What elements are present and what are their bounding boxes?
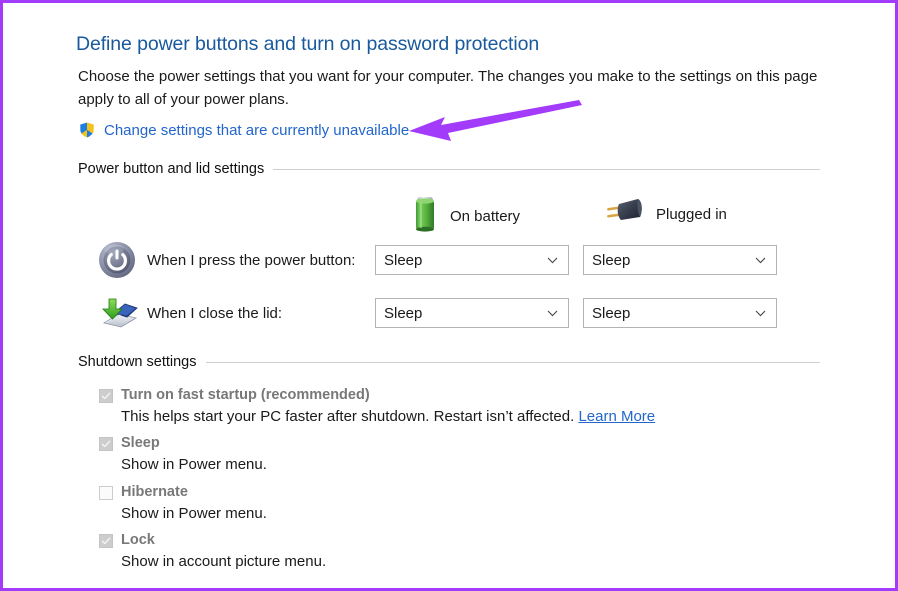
checkbox-sleep[interactable] — [99, 437, 113, 451]
checkbox-lock[interactable] — [99, 534, 113, 548]
checkbox-description-sleep: Show in Power menu. — [121, 455, 799, 475]
close-lid-plugged-in-dropdown[interactable]: Sleep — [583, 298, 777, 328]
check-icon — [101, 392, 111, 400]
page-title: Define power buttons and turn on passwor… — [76, 33, 540, 55]
power-plug-icon — [605, 195, 645, 234]
checkbox-description-fast-startup: This helps start your PC faster after sh… — [121, 407, 799, 427]
power-button-icon — [95, 239, 139, 281]
change-settings-unavailable-link[interactable]: Change settings that are currently unava… — [104, 122, 409, 139]
description-text: Show in Power menu. — [121, 505, 267, 522]
section-divider — [273, 168, 820, 170]
power-options-window: Define power buttons and turn on passwor… — [0, 0, 898, 591]
power-button-plugged-in-value: Sleep — [592, 251, 631, 269]
page-description: Choose the power settings that you want … — [78, 68, 818, 108]
setting-row-close-lid: When I close the lid: Sleep Sleep — [95, 291, 795, 335]
checkbox-row[interactable]: Sleep — [99, 434, 799, 452]
battery-icon — [411, 195, 439, 238]
section-divider — [205, 361, 820, 363]
page-content: Define power buttons and turn on passwor… — [3, 3, 895, 588]
shield-icon — [78, 121, 96, 139]
checkbox-label-fast-startup: Turn on fast startup (recommended) — [121, 387, 370, 403]
close-lid-on-battery-value: Sleep — [384, 304, 423, 322]
setting-row-power-button: When I press the power button: Sleep Sle… — [95, 238, 795, 282]
section-title-power-lid: Power button and lid settings — [78, 161, 265, 177]
checkbox-row[interactable]: Hibernate — [99, 483, 799, 501]
checkbox-label-sleep: Sleep — [121, 435, 160, 451]
description-text: This helps start your PC faster after sh… — [121, 408, 575, 425]
chevron-down-icon — [547, 246, 558, 274]
section-header-power-lid: Power button and lid settings — [78, 161, 820, 177]
checkbox-label-hibernate: Hibernate — [121, 484, 188, 500]
shutdown-option-fast-startup: Turn on fast startup (recommended) This … — [99, 386, 799, 427]
shutdown-option-sleep: Sleep Show in Power menu. — [99, 434, 799, 475]
setting-label-power-button: When I press the power button: — [147, 251, 356, 269]
chevron-down-icon — [547, 299, 558, 327]
checkbox-description-hibernate: Show in Power menu. — [121, 504, 799, 524]
description-text: Show in account picture menu. — [121, 553, 327, 570]
setting-label-close-lid: When I close the lid: — [147, 304, 283, 322]
close-lid-plugged-in-value: Sleep — [592, 304, 631, 322]
column-header-plugged-in: Plugged in — [605, 195, 727, 234]
checkbox-description-lock: Show in account picture menu. — [121, 552, 799, 572]
shutdown-option-hibernate: Hibernate Show in Power menu. — [99, 483, 799, 524]
description-text: Show in Power menu. — [121, 456, 267, 473]
close-lid-on-battery-dropdown[interactable]: Sleep — [375, 298, 569, 328]
checkbox-row[interactable]: Turn on fast startup (recommended) — [99, 386, 799, 404]
shutdown-option-lock: Lock Show in account picture menu. — [99, 531, 799, 572]
chevron-down-icon — [755, 246, 766, 274]
check-icon — [101, 440, 111, 448]
check-icon — [101, 537, 111, 545]
laptop-lid-icon — [95, 292, 139, 334]
power-button-on-battery-value: Sleep — [384, 251, 423, 269]
column-label-on-battery: On battery — [450, 208, 521, 225]
power-button-plugged-in-dropdown[interactable]: Sleep — [583, 245, 777, 275]
section-title-shutdown: Shutdown settings — [78, 354, 197, 370]
checkbox-row[interactable]: Lock — [99, 531, 799, 549]
checkbox-hibernate[interactable] — [99, 486, 113, 500]
column-label-plugged-in: Plugged in — [656, 206, 727, 223]
chevron-down-icon — [755, 299, 766, 327]
change-settings-link-row[interactable]: Change settings that are currently unava… — [78, 121, 409, 139]
learn-more-link[interactable]: Learn More — [578, 408, 655, 425]
checkbox-label-lock: Lock — [121, 532, 155, 548]
checkbox-fast-startup[interactable] — [99, 389, 113, 403]
power-button-on-battery-dropdown[interactable]: Sleep — [375, 245, 569, 275]
column-header-on-battery: On battery — [411, 195, 520, 238]
section-header-shutdown: Shutdown settings — [78, 354, 820, 370]
